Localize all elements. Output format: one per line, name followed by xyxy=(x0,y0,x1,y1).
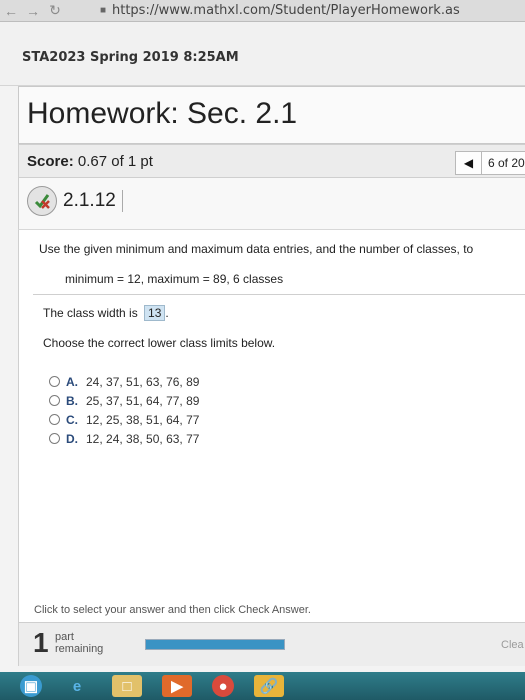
score-label: Score: xyxy=(27,153,74,170)
question-instruction: Use the given minimum and maximum data e… xyxy=(39,242,474,256)
divider xyxy=(33,294,525,295)
parts-footer: 1 part remaining Clea xyxy=(18,622,525,666)
question-count[interactable]: 6 of 20 xyxy=(482,156,525,170)
option-a[interactable]: A. 24, 37, 51, 63, 76, 89 xyxy=(49,372,199,391)
file-explorer-icon[interactable]: □ xyxy=(112,675,142,697)
option-d[interactable]: D. 12, 24, 38, 50, 63, 77 xyxy=(49,429,199,448)
option-c[interactable]: C. 12, 25, 38, 51, 64, 77 xyxy=(49,410,199,429)
previous-question-icon[interactable]: ◀ xyxy=(456,152,482,174)
back-arrow-icon[interactable]: ← xyxy=(0,0,22,22)
progress-bar xyxy=(145,639,285,650)
partial-credit-icon xyxy=(27,186,57,216)
part-word: part xyxy=(55,631,74,643)
course-title: STA2023 Spring 2019 8:25AM xyxy=(22,50,239,65)
chrome-icon[interactable]: ● xyxy=(212,675,234,697)
option-text: 24, 37, 51, 63, 76, 89 xyxy=(86,374,200,389)
media-player-icon[interactable]: ▶ xyxy=(162,675,192,697)
answer-hint: Click to select your answer and then cli… xyxy=(34,604,311,616)
option-b[interactable]: B. 25, 37, 51, 64, 77, 89 xyxy=(49,391,199,410)
homework-title-bar: Homework: Sec. 2.1 xyxy=(18,86,525,144)
radio-button[interactable] xyxy=(49,395,60,406)
windows-start-icon[interactable]: ▣ xyxy=(20,675,42,697)
option-letter: C. xyxy=(66,412,78,427)
score-bar: Score: 0.67 of 1 pt ◀ 6 of 20 xyxy=(18,144,525,178)
score-display: Score: 0.67 of 1 pt xyxy=(27,153,153,170)
choose-prompt: Choose the correct lower class limits be… xyxy=(43,336,276,350)
radio-button[interactable] xyxy=(49,414,60,425)
question-number: 2.1.12 xyxy=(63,190,123,212)
parts-remaining-count: 1 xyxy=(33,627,49,658)
url-field[interactable]: https://www.mathxl.com/Student/PlayerHom… xyxy=(112,3,460,18)
refresh-icon[interactable]: ↻ xyxy=(44,0,66,22)
parts-remaining-label: part remaining xyxy=(55,631,103,655)
option-text: 12, 25, 38, 51, 64, 77 xyxy=(86,412,200,427)
radio-button[interactable] xyxy=(49,433,60,444)
windows-taskbar: ▣ e □ ▶ ● 🔗 xyxy=(0,672,525,700)
option-letter: A. xyxy=(66,374,78,389)
link-icon[interactable]: 🔗 xyxy=(254,675,284,697)
remaining-word: remaining xyxy=(55,643,104,655)
class-width-period: . xyxy=(165,306,169,320)
internet-explorer-icon[interactable]: e xyxy=(62,675,92,697)
option-text: 12, 24, 38, 50, 63, 77 xyxy=(86,431,200,446)
class-width-answer[interactable]: 13 xyxy=(144,305,166,321)
answer-options: A. 24, 37, 51, 63, 76, 89 B. 25, 37, 51,… xyxy=(49,372,199,448)
question-header: 2.1.12 xyxy=(18,178,525,230)
lock-icon: ■ xyxy=(99,5,107,16)
radio-button[interactable] xyxy=(49,376,60,387)
question-content: Use the given minimum and maximum data e… xyxy=(18,230,525,640)
class-width-label: The class width is xyxy=(43,306,138,320)
option-letter: D. xyxy=(66,431,78,446)
question-pager: ◀ 6 of 20 xyxy=(455,151,525,175)
page-title: Homework: Sec. 2.1 xyxy=(27,97,298,130)
score-value: 0.67 of 1 pt xyxy=(77,153,153,170)
forward-arrow-icon[interactable]: → xyxy=(22,0,44,22)
option-letter: B. xyxy=(66,393,78,408)
progress-fill xyxy=(146,640,284,649)
clear-all-button[interactable]: Clea xyxy=(501,639,524,651)
given-values: minimum = 12, maximum = 89, 6 classes xyxy=(65,272,284,286)
option-text: 25, 37, 51, 64, 77, 89 xyxy=(86,393,200,408)
browser-address-bar: ← → ↻ ■ https://www.mathxl.com/Student/P… xyxy=(0,0,525,22)
course-header: STA2023 Spring 2019 8:25AM xyxy=(0,22,525,86)
class-width-line: The class width is 13. xyxy=(43,305,169,321)
